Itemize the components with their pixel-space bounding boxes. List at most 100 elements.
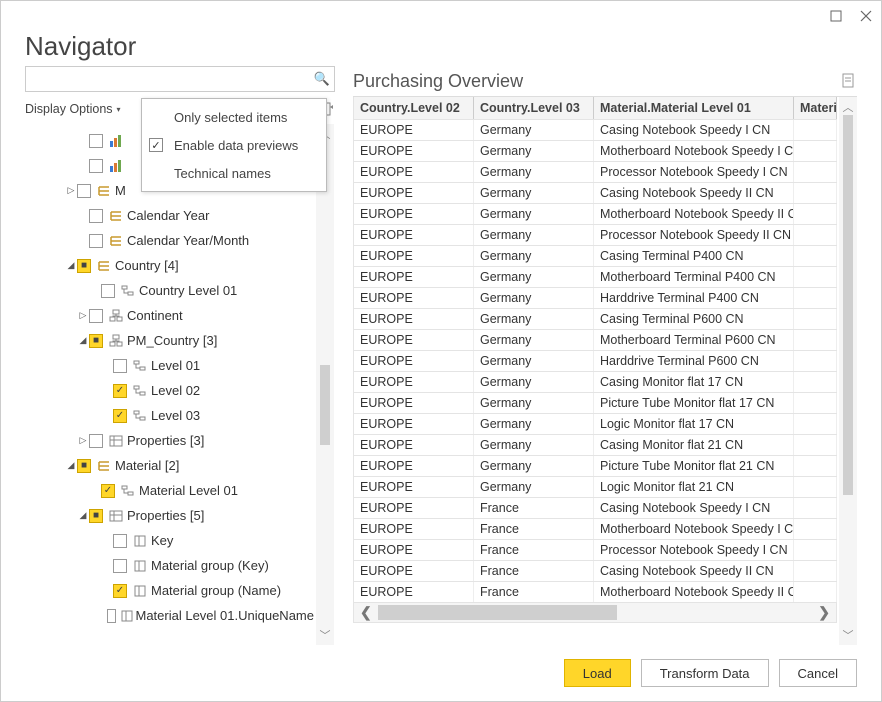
tree-scrollbar[interactable]: ︿ ﹀ <box>316 124 334 645</box>
tree-row[interactable]: Country Level 01 <box>25 278 314 303</box>
grid-row[interactable]: EUROPEFranceProcessor Notebook Speedy I … <box>353 540 837 561</box>
grid-row[interactable]: EUROPEGermanyMotherboard Notebook Speedy… <box>353 141 837 162</box>
tree-row[interactable]: Key <box>25 528 314 553</box>
tree-row[interactable]: ◢ ■ Properties [5] <box>25 503 314 528</box>
tree-checkbox[interactable]: ■ <box>89 509 103 523</box>
grid-cell: EUROPE <box>354 120 474 140</box>
tree-checkbox[interactable]: ■ <box>89 334 103 348</box>
tree-checkbox[interactable]: ✓ <box>113 584 127 598</box>
tree-checkbox[interactable] <box>89 134 103 148</box>
tree-checkbox[interactable]: ✓ <box>113 409 127 423</box>
tree-checkbox[interactable] <box>89 434 103 448</box>
tree-toggle[interactable]: ▷ <box>77 435 89 446</box>
grid-row[interactable]: EUROPEGermanyCasing Notebook Speedy II C… <box>353 183 837 204</box>
close-button[interactable] <box>859 9 873 23</box>
column-icon <box>131 534 149 548</box>
grid-vscrollbar[interactable]: ︿ ﹀ <box>839 97 857 645</box>
tree-row[interactable]: ◢ ■ PM_Country [3] <box>25 328 314 353</box>
grid-cell: France <box>474 582 594 602</box>
grid-row[interactable]: EUROPEGermanyProcessor Notebook Speedy I… <box>353 162 837 183</box>
tree-checkbox[interactable] <box>89 234 103 248</box>
grid-row[interactable]: EUROPEFranceCasing Notebook Speedy I CN <box>353 498 837 519</box>
grid-row[interactable]: EUROPEGermanyCasing Monitor flat 21 CN <box>353 435 837 456</box>
grid-row[interactable]: EUROPEGermanyLogic Monitor flat 21 CN <box>353 477 837 498</box>
search-icon[interactable]: 🔍 <box>310 71 334 87</box>
menu-item-technical-names[interactable]: Technical names <box>142 159 326 187</box>
tree-toggle[interactable]: ◢ <box>65 460 77 471</box>
scroll-down-icon[interactable]: ﹀ <box>843 627 854 643</box>
scroll-left-icon[interactable]: ❮ <box>354 604 378 621</box>
tree-row[interactable]: Material Level 01.UniqueName <box>25 603 314 628</box>
grid-cell: EUROPE <box>354 519 474 539</box>
scroll-up-icon[interactable]: ︿ <box>843 99 854 115</box>
grid-row[interactable]: EUROPEGermanyHarddrive Terminal P400 CN <box>353 288 837 309</box>
display-options-dropdown[interactable]: Display Options ▾ <box>25 102 121 116</box>
tree-toggle[interactable]: ▷ <box>77 310 89 321</box>
transform-data-button[interactable]: Transform Data <box>641 659 769 687</box>
grid-row[interactable]: EUROPEGermanyCasing Terminal P400 CN <box>353 246 837 267</box>
cancel-button[interactable]: Cancel <box>779 659 857 687</box>
tree-checkbox[interactable]: ✓ <box>101 484 115 498</box>
grid-row[interactable]: EUROPEGermanyMotherboard Notebook Speedy… <box>353 204 837 225</box>
tree-checkbox[interactable] <box>89 209 103 223</box>
grid-row[interactable]: EUROPEGermanyPicture Tube Monitor flat 1… <box>353 393 837 414</box>
tree-checkbox[interactable]: ✓ <box>113 384 127 398</box>
grid-row[interactable]: EUROPEGermanyHarddrive Terminal P600 CN <box>353 351 837 372</box>
grid-header[interactable]: Country.Level 02 <box>354 97 474 119</box>
preview-grid: Country.Level 02 Country.Level 03 Materi… <box>353 97 837 645</box>
grid-row[interactable]: EUROPEGermanyProcessor Notebook Speedy I… <box>353 225 837 246</box>
scroll-thumb[interactable] <box>320 365 330 445</box>
grid-row[interactable]: EUROPEGermanyMotherboard Terminal P400 C… <box>353 267 837 288</box>
load-button[interactable]: Load <box>564 659 631 687</box>
tree-toggle[interactable]: ◢ <box>65 260 77 271</box>
tree-row[interactable]: ◢ ■ Country [4] <box>25 253 314 278</box>
grid-row[interactable]: EUROPEGermanyCasing Notebook Speedy I CN <box>353 120 837 141</box>
tree-row[interactable]: Calendar Year <box>25 203 314 228</box>
tree-row[interactable]: Level 01 <box>25 353 314 378</box>
grid-header[interactable]: Material.Material Level 01 <box>594 97 794 119</box>
grid-header[interactable]: Material <box>794 97 837 119</box>
tree-row[interactable]: Material group (Key) <box>25 553 314 578</box>
tree-checkbox[interactable]: ■ <box>77 459 91 473</box>
grid-row[interactable]: EUROPEGermanyPicture Tube Monitor flat 2… <box>353 456 837 477</box>
search-input[interactable] <box>26 67 310 91</box>
tree-checkbox[interactable] <box>101 284 115 298</box>
tree-checkbox[interactable] <box>113 534 127 548</box>
tree-row[interactable]: ◢ ■ Material [2] <box>25 453 314 478</box>
grid-row[interactable]: EUROPEFranceMotherboard Notebook Speedy … <box>353 582 837 603</box>
scroll-thumb[interactable] <box>843 115 853 495</box>
tree-checkbox[interactable] <box>77 184 91 198</box>
tree-checkbox[interactable] <box>89 309 103 323</box>
menu-item-only-selected[interactable]: Only selected items <box>142 103 326 131</box>
grid-row[interactable]: EUROPEFranceCasing Notebook Speedy II CN <box>353 561 837 582</box>
menu-item-enable-previews[interactable]: ✓ Enable data previews <box>142 131 326 159</box>
search-box[interactable]: 🔍 <box>25 66 335 92</box>
tree-checkbox[interactable] <box>89 159 103 173</box>
tree-row[interactable]: ✓ Material group (Name) <box>25 578 314 603</box>
grid-row[interactable]: EUROPEGermanyCasing Monitor flat 17 CN <box>353 372 837 393</box>
tree-row[interactable]: ✓ Material Level 01 <box>25 478 314 503</box>
tree-row[interactable]: Calendar Year/Month <box>25 228 314 253</box>
scroll-thumb[interactable] <box>378 605 617 620</box>
tree-checkbox[interactable] <box>113 359 127 373</box>
tree-toggle[interactable]: ◢ <box>77 510 89 521</box>
tree-checkbox[interactable] <box>107 609 115 623</box>
grid-hscrollbar[interactable]: ❮ ❯ <box>353 603 837 623</box>
grid-header[interactable]: Country.Level 03 <box>474 97 594 119</box>
tree-checkbox[interactable] <box>113 559 127 573</box>
tree-row[interactable]: ✓ Level 03 <box>25 403 314 428</box>
tree-checkbox[interactable]: ■ <box>77 259 91 273</box>
maximize-button[interactable] <box>829 9 843 23</box>
tree-row[interactable]: ▷ Continent <box>25 303 314 328</box>
grid-row[interactable]: EUROPEGermanyCasing Terminal P600 CN <box>353 309 837 330</box>
scroll-down-icon[interactable]: ﹀ <box>320 627 331 643</box>
grid-row[interactable]: EUROPEFranceMotherboard Notebook Speedy … <box>353 519 837 540</box>
grid-row[interactable]: EUROPEGermanyLogic Monitor flat 17 CN <box>353 414 837 435</box>
scroll-right-icon[interactable]: ❯ <box>812 604 836 621</box>
preview-options-icon[interactable] <box>841 72 857 90</box>
tree-row[interactable]: ✓ Level 02 <box>25 378 314 403</box>
tree-toggle[interactable]: ◢ <box>77 335 89 346</box>
grid-row[interactable]: EUROPEGermanyMotherboard Terminal P600 C… <box>353 330 837 351</box>
tree-toggle[interactable]: ▷ <box>65 185 77 196</box>
tree-row[interactable]: ▷ Properties [3] <box>25 428 314 453</box>
